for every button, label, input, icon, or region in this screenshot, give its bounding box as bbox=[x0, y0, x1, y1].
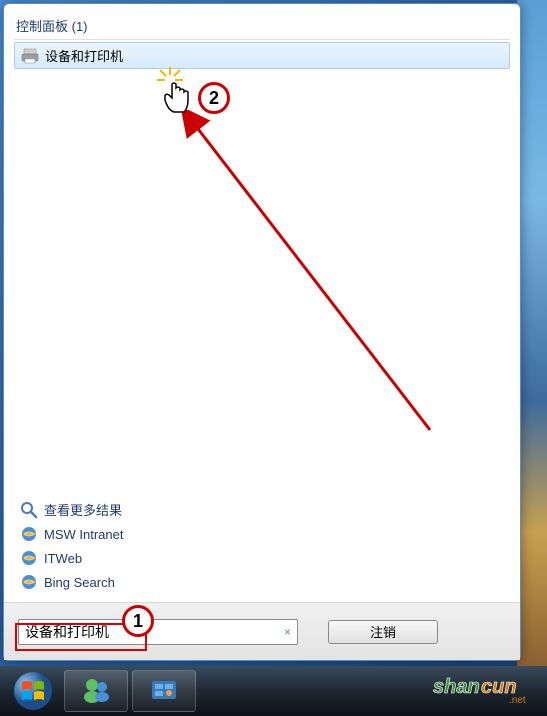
magnifier-icon bbox=[20, 501, 38, 519]
taskbar-messenger[interactable] bbox=[64, 670, 128, 712]
windows-logo-icon bbox=[12, 670, 54, 712]
search-bar: × 注销 bbox=[4, 602, 520, 660]
search-box[interactable]: × bbox=[18, 619, 298, 645]
clear-search-icon[interactable]: × bbox=[284, 625, 291, 639]
desktop-background bbox=[517, 0, 547, 666]
bing-search-link[interactable]: Bing Search bbox=[14, 570, 510, 594]
logout-label: 注销 bbox=[370, 622, 396, 641]
logout-button[interactable]: 注销 bbox=[328, 620, 438, 644]
itweb-link[interactable]: ITWeb bbox=[14, 546, 510, 570]
see-more-results-link[interactable]: 查看更多结果 bbox=[14, 497, 510, 522]
start-button[interactable] bbox=[4, 669, 62, 713]
search-input[interactable] bbox=[25, 624, 273, 640]
taskbar-control-panel[interactable] bbox=[132, 670, 196, 712]
result-devices-and-printers[interactable]: 设备和打印机 bbox=[14, 42, 510, 69]
link-label: Bing Search bbox=[44, 575, 115, 590]
messenger-icon bbox=[80, 675, 112, 707]
start-menu-search-panel: 控制面板 (1) 设备和打印机 查看更多结 bbox=[3, 3, 521, 661]
ie-globe-icon bbox=[20, 525, 38, 543]
printer-icon bbox=[21, 47, 39, 65]
search-results-area: 控制面板 (1) 设备和打印机 查看更多结 bbox=[4, 4, 520, 602]
link-label: ITWeb bbox=[44, 551, 82, 566]
results-group-header: 控制面板 (1) bbox=[14, 12, 510, 40]
link-label: MSW Intranet bbox=[44, 527, 123, 542]
ie-globe-icon bbox=[20, 573, 38, 591]
msw-intranet-link[interactable]: MSW Intranet bbox=[14, 522, 510, 546]
result-label: 设备和打印机 bbox=[45, 46, 123, 65]
taskbar bbox=[0, 666, 547, 716]
bottom-links-section: 查看更多结果 MSW Intranet ITWe bbox=[14, 497, 510, 594]
link-label: 查看更多结果 bbox=[44, 500, 122, 519]
ie-globe-icon bbox=[20, 549, 38, 567]
control-panel-icon bbox=[148, 675, 180, 707]
